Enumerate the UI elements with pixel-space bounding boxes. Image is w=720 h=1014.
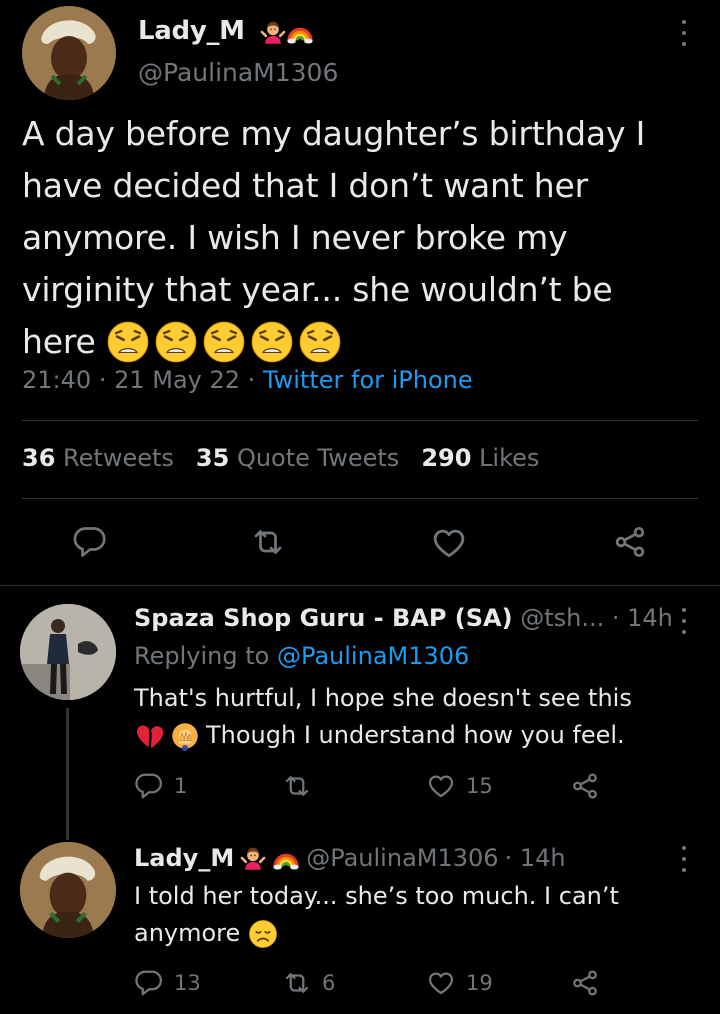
like-count: 15 bbox=[466, 774, 493, 798]
retweet-icon bbox=[250, 524, 286, 560]
replying-to-handle[interactable]: @PaulinaM1306 bbox=[277, 642, 469, 670]
tweet-text-line: virginity that year... she wouldn’t be bbox=[22, 270, 613, 309]
reply-tweet[interactable]: Lady_M @PaulinaM1306 · 14h I told her to… bbox=[0, 826, 720, 1014]
likes-count: 290 bbox=[421, 444, 472, 472]
share-icon bbox=[570, 968, 600, 998]
reply-count: 13 bbox=[174, 971, 201, 995]
tweet-text-line: have decided that I don’t want her bbox=[22, 166, 588, 205]
like-icon bbox=[426, 771, 456, 801]
rainbow-emoji bbox=[272, 844, 300, 872]
retweet-button[interactable] bbox=[250, 524, 286, 560]
reply-button[interactable]: 13 bbox=[134, 968, 201, 998]
author-avatar[interactable] bbox=[22, 6, 116, 100]
retweets-stat[interactable]: 36 Retweets bbox=[22, 444, 174, 472]
tweet-time[interactable]: 21:40 bbox=[22, 366, 91, 394]
reply-display-name[interactable]: Lady_M bbox=[134, 844, 234, 872]
tweet-text: A day before my daughter’s birthday I ha… bbox=[22, 108, 702, 368]
tweet-text-line-last: here bbox=[22, 316, 702, 368]
like-icon bbox=[430, 524, 468, 562]
share-button[interactable] bbox=[570, 771, 600, 801]
reply-icon bbox=[134, 968, 164, 998]
share-button[interactable] bbox=[570, 968, 600, 998]
more-icon[interactable] bbox=[677, 20, 691, 46]
tweet-text-line: here bbox=[22, 322, 96, 361]
share-button[interactable] bbox=[612, 524, 648, 560]
tweet-source[interactable]: Twitter for iPhone bbox=[263, 366, 473, 394]
rainbow-emoji bbox=[286, 18, 314, 46]
reply-handle[interactable]: @tsh... bbox=[520, 604, 604, 632]
retweet-count: 6 bbox=[322, 971, 336, 995]
reply-display-name[interactable]: Spaza Shop Guru - BAP (SA) bbox=[134, 604, 513, 632]
like-button[interactable] bbox=[430, 524, 468, 562]
reply-header: Lady_M @PaulinaM1306 · 14h bbox=[134, 844, 566, 872]
reply-avatar[interactable] bbox=[20, 604, 116, 700]
author-name-text: Lady_M bbox=[138, 16, 245, 46]
reply-icon bbox=[72, 524, 108, 560]
reply-text: That's hurtful, I hope she doesn't see t… bbox=[134, 680, 694, 754]
reply-handle[interactable]: @PaulinaM1306 bbox=[306, 844, 498, 872]
weary-emoji bbox=[202, 320, 246, 364]
tweet-text-line: A day before my daughter’s birthday I bbox=[22, 114, 646, 153]
reply-count: 1 bbox=[174, 774, 188, 798]
reply-header: Spaza Shop Guru - BAP (SA) @tsh... · 14h bbox=[134, 604, 673, 632]
tweet-stats: 36 Retweets 35 Quote Tweets 290 Likes bbox=[22, 444, 539, 472]
author-display-name[interactable]: Lady_M bbox=[138, 16, 314, 46]
reply-icon bbox=[134, 771, 164, 801]
divider bbox=[22, 498, 698, 499]
quotes-label: Quote Tweets bbox=[236, 444, 400, 472]
share-icon bbox=[570, 771, 600, 801]
divider bbox=[22, 420, 698, 421]
like-button[interactable]: 19 bbox=[426, 968, 493, 998]
retweet-icon bbox=[282, 968, 312, 998]
reply-text-line: anymore bbox=[134, 919, 241, 947]
reply-avatar[interactable] bbox=[20, 842, 116, 938]
retweet-icon bbox=[282, 771, 312, 801]
quotes-count: 35 bbox=[195, 444, 230, 472]
tweet-text-line: anymore. I wish I never broke my bbox=[22, 218, 568, 257]
retweet-button[interactable]: 6 bbox=[282, 968, 335, 998]
thread-line bbox=[66, 708, 69, 826]
replying-to: Replying to @PaulinaM1306 bbox=[134, 642, 469, 670]
reply-text-line: Though I understand how you feel. bbox=[206, 721, 625, 749]
share-icon bbox=[612, 524, 648, 560]
reply-actions: 1 15 bbox=[134, 771, 614, 807]
woman-shrugging-emoji bbox=[240, 845, 266, 871]
reply-time[interactable]: · 14h bbox=[505, 844, 566, 872]
woman-shrugging-emoji bbox=[260, 19, 286, 45]
reply-tweet[interactable]: Spaza Shop Guru - BAP (SA) @tsh... · 14h… bbox=[0, 586, 720, 826]
reply-text-line-wrap: Though I understand how you feel. bbox=[134, 717, 694, 754]
reply-text: I told her today... she’s too much. I ca… bbox=[134, 878, 694, 952]
reply-actions: 13 6 19 bbox=[134, 968, 614, 1004]
reply-text-line: That's hurtful, I hope she doesn't see t… bbox=[134, 684, 632, 712]
thread-line bbox=[66, 826, 69, 840]
weary-emoji bbox=[298, 320, 342, 364]
weary-emoji bbox=[154, 320, 198, 364]
reply-button[interactable] bbox=[72, 524, 108, 560]
author-handle[interactable]: @PaulinaM1306 bbox=[138, 58, 338, 87]
more-icon[interactable] bbox=[677, 608, 691, 634]
weary-emoji bbox=[106, 320, 150, 364]
face-palm-emoji bbox=[170, 721, 200, 751]
broken-heart-emoji bbox=[134, 721, 164, 751]
like-count: 19 bbox=[466, 971, 493, 995]
retweets-count: 36 bbox=[22, 444, 56, 472]
quotes-stat[interactable]: 35 Quote Tweets bbox=[196, 444, 399, 472]
retweet-button[interactable] bbox=[282, 771, 322, 801]
weary-emoji bbox=[250, 320, 294, 364]
replying-to-label: Replying to bbox=[134, 642, 270, 670]
reply-text-line-wrap: anymore bbox=[134, 915, 694, 952]
reply-button[interactable]: 1 bbox=[134, 771, 187, 801]
like-button[interactable]: 15 bbox=[426, 771, 493, 801]
tweet-meta: 21:40 · 21 May 22 · Twitter for iPhone bbox=[22, 366, 473, 394]
reply-text-line: I told her today... she’s too much. I ca… bbox=[134, 882, 619, 910]
main-tweet: Lady_M @PaulinaM1306 A day before my dau… bbox=[0, 0, 720, 585]
retweets-label: Retweets bbox=[63, 444, 174, 472]
like-icon bbox=[426, 968, 456, 998]
reply-time[interactable]: · 14h bbox=[612, 604, 673, 632]
more-icon[interactable] bbox=[677, 846, 691, 872]
likes-label: Likes bbox=[479, 444, 540, 472]
tweet-date[interactable]: 21 May 22 bbox=[114, 366, 240, 394]
disappointed-emoji bbox=[248, 919, 278, 949]
likes-stat[interactable]: 290 Likes bbox=[421, 444, 539, 472]
